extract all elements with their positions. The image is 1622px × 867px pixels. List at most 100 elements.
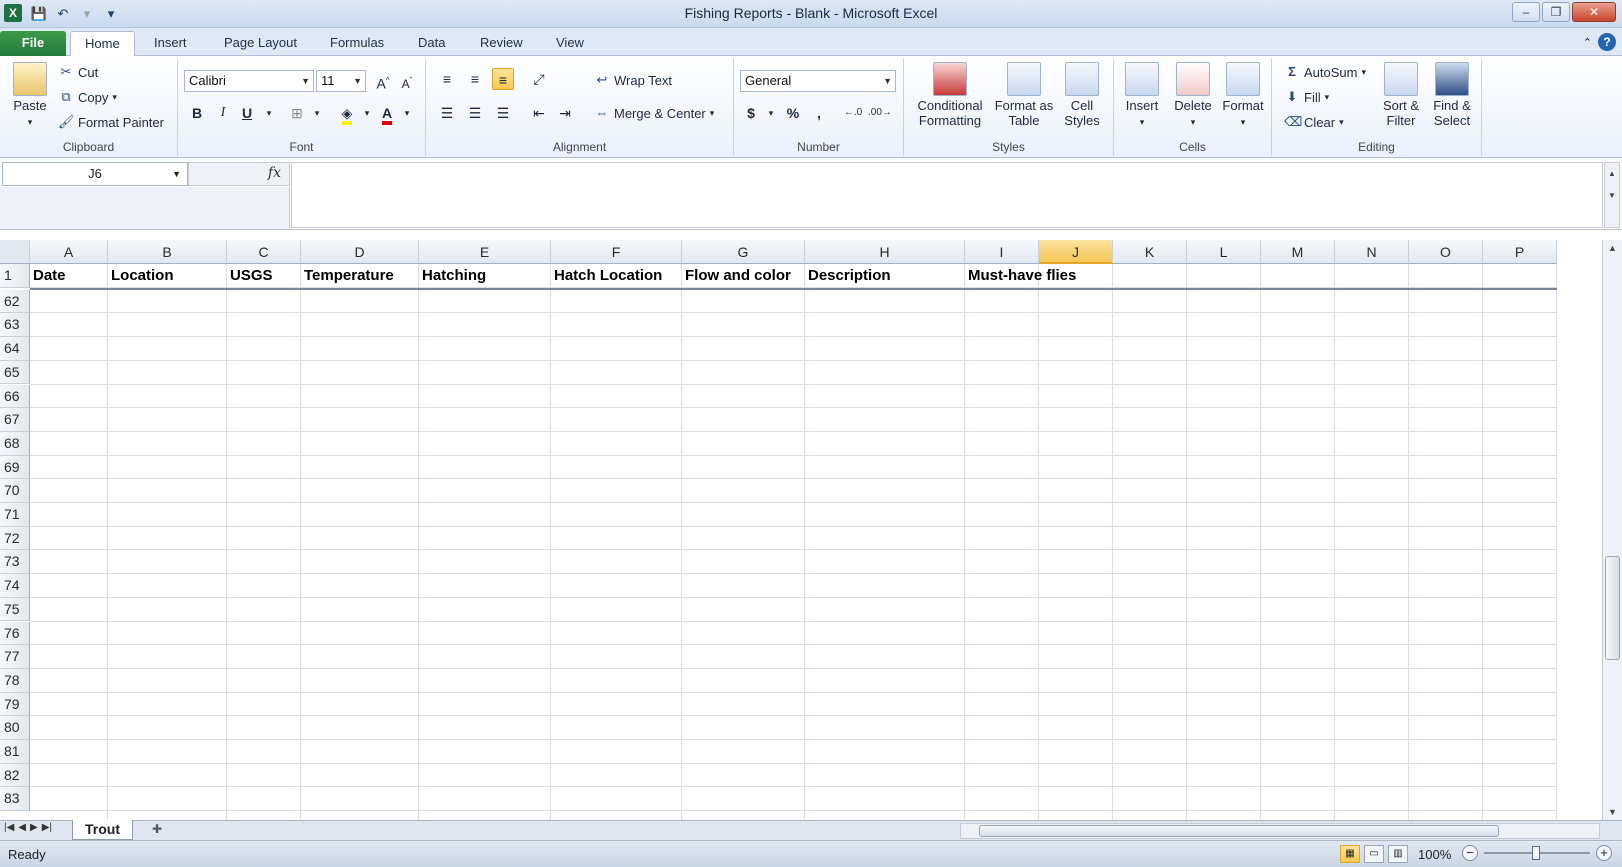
bold-button[interactable]: B	[186, 102, 208, 124]
scroll-down-icon[interactable]: ▼	[1603, 804, 1622, 820]
align-middle-icon[interactable]: ≡	[464, 68, 486, 90]
row-header-62[interactable]: 62	[0, 289, 30, 314]
column-header-h[interactable]: H	[805, 240, 965, 264]
increase-indent-icon[interactable]: ⇥	[554, 102, 576, 124]
fill-button[interactable]: ⬇ Fill ▾	[1284, 89, 1330, 105]
font-name-select[interactable]: Calibri ▼	[184, 70, 314, 92]
tab-view[interactable]: View	[542, 31, 598, 56]
borders-dropdown-icon[interactable]: ▾	[306, 102, 328, 124]
cut-button[interactable]: ✂ Cut	[58, 64, 99, 80]
name-box[interactable]: J6 ▼	[2, 162, 188, 186]
borders-icon[interactable]: ⊞	[286, 102, 308, 124]
align-right-icon[interactable]: ☰	[492, 102, 514, 124]
vertical-scrollbar[interactable]: ▲ ▼	[1602, 240, 1622, 820]
row-header-65[interactable]: 65	[0, 360, 30, 385]
select-all-button[interactable]	[0, 240, 30, 264]
align-center-icon[interactable]: ☰	[464, 102, 486, 124]
column-header-g[interactable]: G	[682, 240, 805, 264]
wrap-text-button[interactable]: ↩ Wrap Text	[594, 72, 673, 88]
header-cell-a[interactable]: Date	[33, 267, 66, 284]
next-sheet-icon[interactable]: ▶	[30, 822, 38, 833]
font-color-dropdown-icon[interactable]: ▾	[396, 102, 418, 124]
formula-input[interactable]	[291, 162, 1603, 228]
column-header-o[interactable]: O	[1409, 240, 1483, 264]
clear-button[interactable]: ⌫ Clear ▾	[1284, 114, 1344, 130]
column-header-l[interactable]: L	[1187, 240, 1261, 264]
row-header-80[interactable]: 80	[0, 716, 30, 740]
row-header-71[interactable]: 71	[0, 503, 30, 527]
zoom-slider-thumb[interactable]	[1532, 846, 1540, 860]
align-left-icon[interactable]: ☰	[436, 102, 458, 124]
column-header-i[interactable]: I	[965, 240, 1039, 264]
align-bottom-icon[interactable]: ≡	[492, 68, 514, 90]
page-layout-view-icon[interactable]: ▭	[1364, 845, 1384, 863]
row-header-78[interactable]: 78	[0, 668, 30, 693]
column-header-f[interactable]: F	[551, 240, 682, 264]
copy-button[interactable]: ⧉ Copy ▾	[58, 89, 117, 105]
scroll-up-icon[interactable]: ▲	[1603, 240, 1622, 256]
header-cell-f[interactable]: Hatch Location	[554, 267, 662, 284]
row-header-69[interactable]: 69	[0, 455, 30, 480]
tab-home[interactable]: Home	[70, 31, 135, 57]
format-as-table-button[interactable]: Format as Table	[994, 62, 1054, 128]
column-header-e[interactable]: E	[419, 240, 551, 264]
find-select-button[interactable]: Find & Select	[1426, 62, 1478, 128]
help-icon[interactable]: ?	[1598, 33, 1616, 51]
underline-button[interactable]: U	[236, 102, 258, 124]
autosum-button[interactable]: Σ AutoSum ▾	[1284, 64, 1366, 80]
font-color-icon[interactable]: A	[376, 102, 398, 125]
column-header-c[interactable]: C	[227, 240, 301, 264]
decrease-decimal-icon[interactable]: .00→	[868, 102, 892, 124]
vertical-scroll-thumb[interactable]	[1605, 556, 1620, 660]
font-size-select[interactable]: 11 ▼	[316, 70, 366, 92]
row-header-64[interactable]: 64	[0, 337, 30, 361]
row-header-76[interactable]: 76	[0, 621, 30, 646]
orientation-icon[interactable]: ⤢	[528, 68, 550, 90]
column-header-n[interactable]: N	[1335, 240, 1409, 264]
column-header-a[interactable]: A	[30, 240, 108, 264]
header-cell-h[interactable]: Description	[808, 267, 891, 284]
align-top-icon[interactable]: ≡	[436, 68, 458, 90]
merge-center-button[interactable]: ⇔ Merge & Center ▾	[594, 105, 715, 121]
tab-page-layout[interactable]: Page Layout	[210, 31, 311, 56]
column-header-j[interactable]: J	[1039, 240, 1113, 264]
minimize-ribbon-icon[interactable]: ⌃	[1583, 36, 1592, 49]
horizontal-scrollbar[interactable]	[960, 823, 1600, 839]
fill-color-dropdown-icon[interactable]: ▾	[356, 102, 378, 124]
column-header-k[interactable]: K	[1113, 240, 1187, 264]
tab-formulas[interactable]: Formulas	[316, 31, 398, 56]
delete-cells-button[interactable]: Delete ▾	[1168, 62, 1218, 130]
restore-button[interactable]: ❐	[1542, 2, 1570, 22]
column-header-p[interactable]: P	[1483, 240, 1557, 264]
header-cell-e[interactable]: Hatching	[422, 267, 486, 284]
tab-data[interactable]: Data	[404, 31, 459, 56]
header-cell-d[interactable]: Temperature	[304, 267, 394, 284]
cell-styles-button[interactable]: Cell Styles	[1056, 62, 1108, 128]
row-header-72[interactable]: 72	[0, 526, 30, 551]
insert-sheet-icon[interactable]: ✚	[146, 822, 168, 838]
worksheet-grid[interactable]: A B C D E F G H I J K L M N O P 1 Date Location USGS Tempera…	[0, 240, 1602, 820]
insert-cells-button[interactable]: Insert ▾	[1118, 62, 1166, 130]
row-header-67[interactable]: 67	[0, 408, 30, 432]
horizontal-scroll-thumb[interactable]	[979, 825, 1499, 837]
sheet-tab-trout[interactable]: Trout	[72, 820, 133, 840]
number-format-select[interactable]: General ▼	[740, 70, 896, 92]
row-header-63[interactable]: 63	[0, 313, 30, 338]
column-header-b[interactable]: B	[108, 240, 227, 264]
first-sheet-icon[interactable]: |◀	[4, 822, 14, 833]
minimize-button[interactable]: –	[1512, 2, 1540, 22]
row-header-68[interactable]: 68	[0, 431, 30, 456]
header-cell-b[interactable]: Location	[111, 267, 174, 284]
row-header-81[interactable]: 81	[0, 740, 30, 764]
row-header-77[interactable]: 77	[0, 645, 30, 669]
increase-decimal-icon[interactable]: ←.0	[842, 102, 864, 124]
percent-button[interactable]: %	[782, 102, 804, 124]
shrink-font-icon[interactable]: Aˇ	[396, 70, 418, 92]
paste-button[interactable]: Paste ▾	[6, 62, 54, 130]
tab-review[interactable]: Review	[466, 31, 537, 56]
currency-dropdown-icon[interactable]: ▾	[760, 102, 782, 124]
row-header-74[interactable]: 74	[0, 574, 30, 598]
grow-font-icon[interactable]: A^	[372, 70, 394, 92]
page-break-view-icon[interactable]: ▥	[1388, 845, 1408, 863]
currency-button[interactable]: $	[740, 102, 762, 124]
